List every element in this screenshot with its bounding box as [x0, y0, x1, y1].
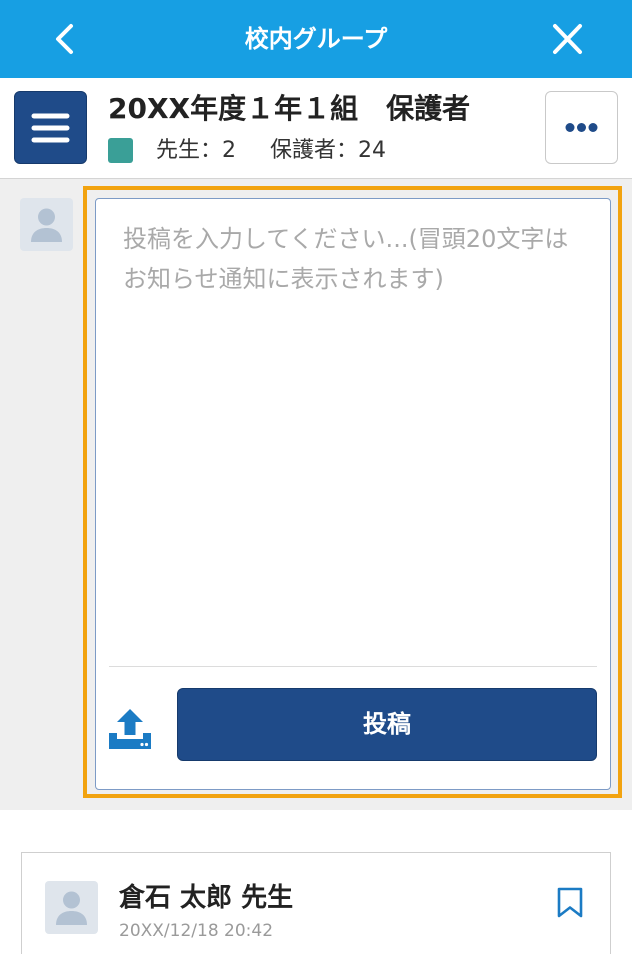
- close-button[interactable]: [543, 15, 591, 63]
- more-options-button[interactable]: [545, 91, 618, 164]
- post-author: 倉石 太郎 先生: [119, 883, 294, 913]
- post-text-input[interactable]: [123, 219, 587, 659]
- upload-attachment-button[interactable]: [109, 708, 151, 749]
- upload-icon: [109, 709, 151, 749]
- my-avatar: [20, 198, 73, 251]
- author-avatar: [45, 881, 98, 934]
- close-icon: [553, 24, 582, 54]
- group-color-badge: [108, 138, 133, 163]
- back-button[interactable]: [40, 15, 88, 63]
- bookmark-button[interactable]: [556, 887, 584, 919]
- composer-divider: [109, 666, 597, 667]
- group-menu-button[interactable]: [14, 91, 87, 164]
- hamburger-menu-icon: [31, 113, 70, 143]
- bookmark-icon: [557, 887, 583, 918]
- chevron-left-icon: [56, 24, 73, 54]
- person-icon: [56, 891, 87, 925]
- person-icon: [31, 208, 62, 242]
- parent-count: 保護者：24: [270, 138, 386, 163]
- member-counts: 先生：2 保護者：24: [156, 135, 536, 167]
- group-header: 20XX年度１年１組 保護者 先生：2 保護者：24: [0, 78, 632, 179]
- post-composer: 投稿: [95, 198, 611, 790]
- top-bar: 校内グループ: [0, 0, 632, 78]
- group-name: 20XX年度１年１組 保護者: [108, 92, 471, 125]
- page-title: 校内グループ: [244, 25, 388, 53]
- more-dots-icon: [565, 123, 598, 132]
- post-card[interactable]: 倉石 太郎 先生 20XX/12/18 20:42: [21, 852, 611, 954]
- post-timestamp: 20XX/12/18 20:42: [119, 921, 274, 941]
- teacher-count: 先生：2: [156, 138, 236, 163]
- post-submit-button[interactable]: 投稿: [177, 688, 597, 761]
